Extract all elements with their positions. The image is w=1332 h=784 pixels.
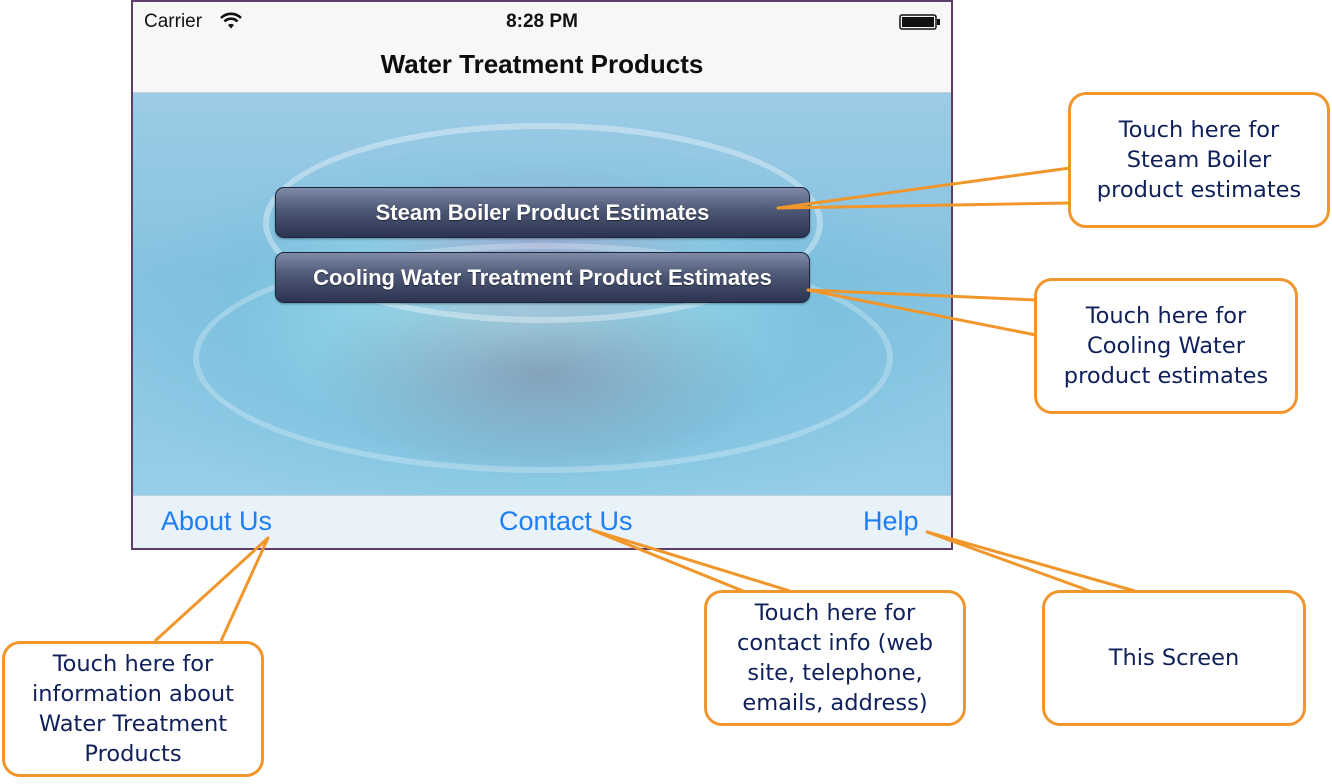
callout-line: Water Treatment bbox=[38, 711, 228, 737]
callout-line: information about bbox=[32, 681, 234, 707]
callout-line: Cooling Water bbox=[1087, 333, 1245, 359]
callout-line: This Screen bbox=[1108, 645, 1240, 671]
pointer-help bbox=[925, 530, 1136, 593]
callout-line: product estimates bbox=[1063, 363, 1269, 389]
callout-help: This Screen bbox=[1042, 590, 1306, 726]
pointer-steam-boiler bbox=[776, 166, 1071, 210]
pointer-cooling-water bbox=[806, 288, 1037, 337]
pointer-about bbox=[153, 536, 270, 643]
callout-line: Touch here for bbox=[1118, 117, 1280, 143]
pointer-contact bbox=[590, 528, 791, 593]
callout-line: Products bbox=[84, 741, 182, 767]
callout-contact: Touch here for contact info (web site, t… bbox=[704, 590, 966, 726]
callout-line: product estimates bbox=[1096, 177, 1302, 203]
callout-line: Touch here for bbox=[1085, 303, 1247, 329]
callout-line: Touch here for bbox=[52, 651, 214, 677]
callout-about: Touch here for information about Water T… bbox=[2, 641, 264, 777]
callout-steam-boiler: Touch here for Steam Boiler product esti… bbox=[1068, 92, 1330, 228]
callout-line: site, telephone, bbox=[747, 660, 923, 686]
callout-cooling-water: Touch here for Cooling Water product est… bbox=[1034, 278, 1298, 414]
callout-line: contact info (web bbox=[736, 630, 933, 656]
callout-line: emails, address) bbox=[742, 690, 928, 716]
callout-line: Touch here for bbox=[754, 600, 916, 626]
callout-line: Steam Boiler bbox=[1126, 147, 1272, 173]
